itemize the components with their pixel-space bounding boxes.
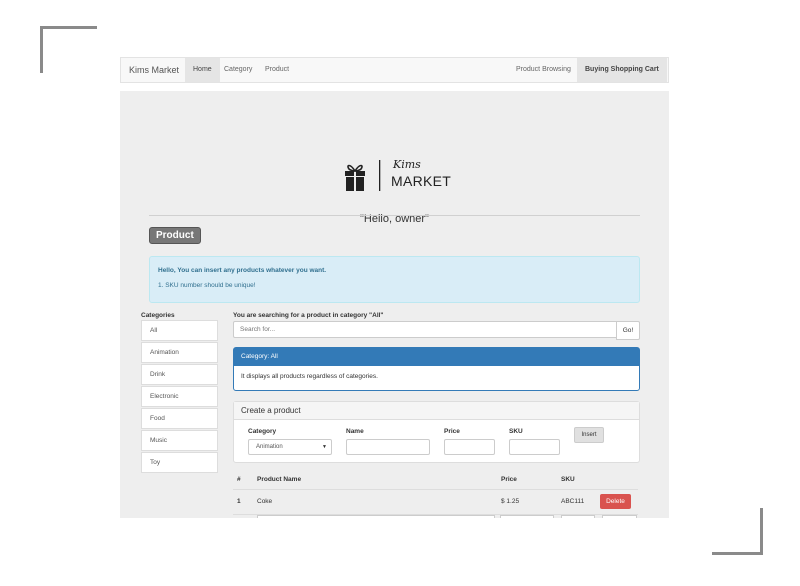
- category-panel: Category: All It displays all products r…: [233, 347, 640, 391]
- row-price: $ 1.25: [501, 498, 520, 505]
- alert-title: Hello, You can insert any products whate…: [158, 267, 327, 274]
- header-product-name: Product Name: [257, 476, 302, 483]
- category-item-music[interactable]: Music: [141, 430, 218, 451]
- navbar-brand[interactable]: Kims Market: [129, 58, 179, 82]
- next-row-input-fragment: [500, 515, 554, 518]
- delete-button[interactable]: Delete: [600, 494, 631, 509]
- category-field-label: Category: [248, 428, 277, 435]
- decorative-corner-bottom-right: [712, 508, 763, 555]
- category-select-value: Animation: [256, 444, 283, 450]
- section-label-product: Product: [149, 227, 201, 244]
- category-item-electronic[interactable]: Electronic: [141, 386, 218, 407]
- product-table: # Product Name Price SKU 1 Coke $ 1.25 A…: [233, 471, 638, 515]
- search-input[interactable]: [233, 321, 618, 338]
- next-row-input-fragment: [257, 515, 495, 518]
- category-list: All Animation Drink Electronic Food Musi…: [141, 320, 218, 474]
- name-input[interactable]: [346, 439, 430, 455]
- category-item-toy[interactable]: Toy: [141, 452, 218, 473]
- row-sku: ABC111: [561, 498, 585, 505]
- browser-screenshot: Kims Market Home Category Product Produc…: [120, 57, 669, 518]
- info-alert: Hello, You can insert any products whate…: [149, 256, 640, 303]
- table-row: 1 Coke $ 1.25 ABC111 Delete: [233, 490, 638, 515]
- category-panel-heading: Category: All: [234, 348, 639, 366]
- nav-home[interactable]: Home: [185, 58, 220, 82]
- row-number: 1: [237, 498, 241, 505]
- logo-market-text: MARKET: [391, 173, 452, 189]
- create-product-panel: Create a product Category Animation ▼ Na…: [233, 401, 640, 463]
- decorative-corner-top-left: [40, 26, 97, 73]
- caret-down-icon: ▼: [322, 444, 327, 450]
- sku-field-label: SKU: [509, 428, 523, 435]
- insert-button[interactable]: Insert: [574, 427, 604, 443]
- header-price: Price: [501, 476, 517, 483]
- next-row-input-fragment: [602, 515, 637, 518]
- category-panel-body: It displays all products regardless of c…: [241, 373, 378, 380]
- category-select[interactable]: Animation ▼: [248, 439, 332, 455]
- price-input[interactable]: [444, 439, 495, 455]
- category-item-drink[interactable]: Drink: [141, 364, 218, 385]
- create-panel-heading: Create a product: [234, 402, 639, 420]
- navbar: Kims Market Home Category Product Produc…: [120, 57, 669, 83]
- header-sku: SKU: [561, 476, 575, 483]
- header-number: #: [237, 476, 241, 483]
- logo-script-text: Kims: [393, 158, 421, 171]
- nav-category[interactable]: Category: [216, 58, 260, 82]
- category-item-all[interactable]: All: [141, 320, 218, 341]
- nav-buying-shopping-cart[interactable]: Buying Shopping Cart: [577, 58, 667, 82]
- table-header: # Product Name Price SKU: [233, 471, 638, 490]
- alert-list-item: 1. SKU number should be unique!: [158, 282, 256, 289]
- sku-input[interactable]: [509, 439, 560, 455]
- category-item-food[interactable]: Food: [141, 408, 218, 429]
- nav-product[interactable]: Product: [257, 58, 297, 82]
- categories-title: Categories: [141, 312, 175, 319]
- kims-market-logo: Kims MARKET: [344, 158, 451, 193]
- go-button[interactable]: Go!: [616, 321, 640, 340]
- category-item-animation[interactable]: Animation: [141, 342, 218, 363]
- price-field-label: Price: [444, 428, 460, 435]
- search-label: You are searching for a product in categ…: [233, 312, 384, 319]
- next-row-input-fragment: [561, 515, 595, 518]
- row-product-name: Coke: [257, 498, 273, 505]
- name-field-label: Name: [346, 428, 364, 435]
- divider: [149, 215, 640, 216]
- nav-product-browsing[interactable]: Product Browsing: [508, 58, 579, 82]
